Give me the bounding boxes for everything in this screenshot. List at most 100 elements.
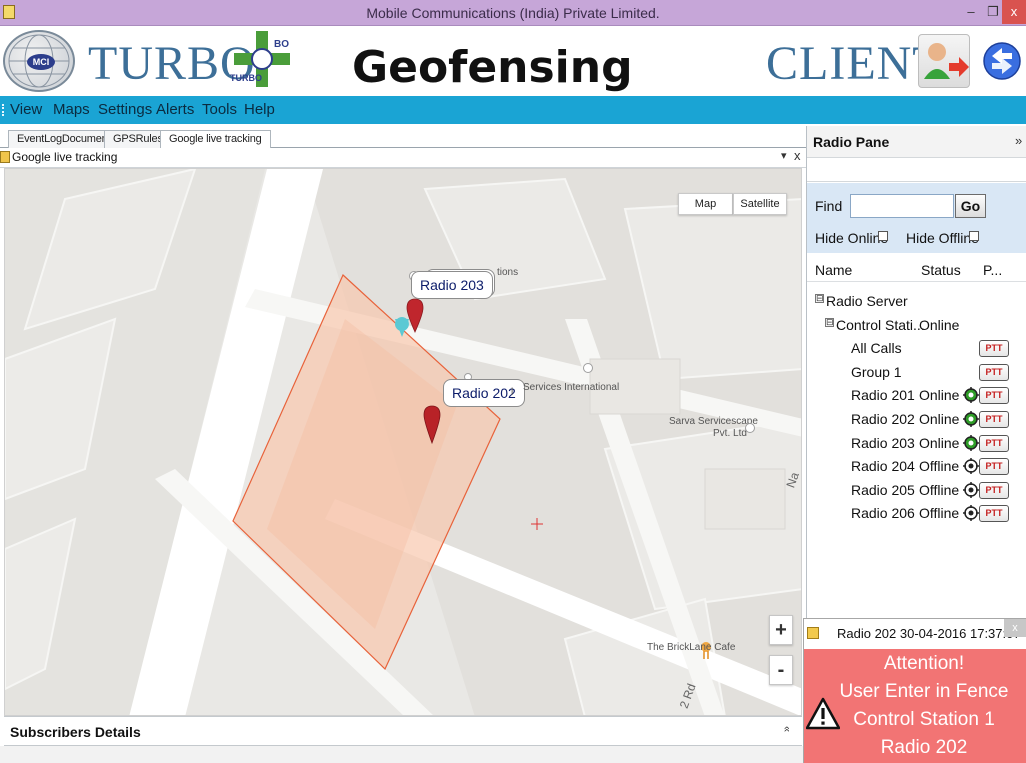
alert-header: Radio 202 30-04-2016 17:37:07 x xyxy=(804,619,1026,649)
tree-row-name: Radio 205 xyxy=(851,481,915,498)
menu-bar: View Maps Settings Alerts Tools Help xyxy=(0,96,1026,124)
geofence-alert-popup: Radio 202 30-04-2016 17:37:07 x Attentio… xyxy=(803,618,1026,763)
tree-row[interactable]: Radio 205 Offline PTT xyxy=(807,479,1026,503)
tree-collapse-icon[interactable]: ⊟ xyxy=(815,294,824,303)
menu-view[interactable]: View xyxy=(10,101,42,118)
menu-settings[interactable]: Settings xyxy=(98,101,152,118)
ptt-button[interactable]: PTT xyxy=(979,505,1009,523)
document-close-button[interactable]: x xyxy=(794,148,801,163)
hide-offline-checkbox[interactable] xyxy=(969,231,979,241)
poi-label-communications: tions xyxy=(497,267,519,278)
find-input[interactable] xyxy=(850,194,954,218)
tab-google-live-tracking[interactable]: Google live tracking xyxy=(160,130,271,149)
expand-icon[interactable]: » xyxy=(781,726,793,732)
map-type-satellite-button[interactable]: Satellite xyxy=(733,193,787,215)
zoom-in-button[interactable]: + xyxy=(769,615,793,645)
tree-row-status: Offline xyxy=(919,505,960,522)
alert-body: Attention! User Enter in Fence Control S… xyxy=(804,649,1026,763)
google-map[interactable]: Map Satellite 1 tions Radio 203 Radio 20… xyxy=(4,168,802,716)
tree-row-name: Control Stati... xyxy=(836,316,925,333)
gps-online-icon xyxy=(963,434,979,451)
pane-collapse-icon[interactable]: » xyxy=(1015,133,1022,148)
menu-tools[interactable]: Tools xyxy=(202,101,237,118)
tree-row[interactable]: ⊟ Radio Server xyxy=(807,290,1026,314)
tree-row-status: Offline xyxy=(919,481,960,498)
poi-label-pvt-ltd: Pvt. Ltd xyxy=(713,428,747,439)
go-button[interactable]: Go xyxy=(955,194,986,218)
map-canvas xyxy=(5,169,801,715)
app-window: Mobile Communications (India) Private Li… xyxy=(0,0,1026,763)
document-title: Google live tracking xyxy=(12,150,118,164)
switch-icon[interactable] xyxy=(982,34,1022,88)
window-title: Mobile Communications (India) Private Li… xyxy=(366,5,660,21)
find-label: Find xyxy=(815,198,843,214)
title-bar: Mobile Communications (India) Private Li… xyxy=(0,0,1026,26)
column-ptt[interactable]: P... xyxy=(983,262,1002,278)
user-logout-button[interactable] xyxy=(918,34,970,88)
poi-marker-icon xyxy=(583,363,593,373)
zoom-out-button[interactable]: - xyxy=(769,655,793,685)
gps-offline-icon xyxy=(963,458,979,475)
radio-pane: Radio Pane » Find Go Hide Online Hide Of… xyxy=(806,126,1026,618)
tree-collapse-icon[interactable]: ⊟ xyxy=(825,317,834,327)
tree-row-name: Radio 204 xyxy=(851,458,915,475)
header: MCI TURBO BO TURBO Geofensing CLIENT xyxy=(0,26,1026,96)
tree-row[interactable]: Radio 206 Offline PTT xyxy=(807,502,1026,526)
alert-line-station: Control Station 1 xyxy=(853,709,995,730)
logo-top-text: BO xyxy=(274,39,289,50)
gps-online-icon xyxy=(963,387,979,404)
hide-online-checkbox[interactable] xyxy=(878,231,888,241)
document-icon xyxy=(0,151,10,163)
ptt-button[interactable]: PTT xyxy=(979,340,1009,358)
marker-label-radio-203[interactable]: Radio 203 xyxy=(411,271,493,299)
tree-row-name: Radio 201 xyxy=(851,387,915,404)
ptt-button[interactable]: PTT xyxy=(979,411,1009,428)
column-status[interactable]: Status xyxy=(921,262,961,278)
gps-online-icon xyxy=(963,411,979,427)
turbo-logo-icon: BO TURBO xyxy=(230,31,290,87)
subscribers-title: Subscribers Details xyxy=(10,724,141,740)
ptt-button[interactable]: PTT xyxy=(979,481,1009,499)
tree-row[interactable]: Radio 203 Online PTT xyxy=(807,432,1026,456)
window-position-icon[interactable]: ▾ xyxy=(781,149,787,162)
close-button[interactable]: x xyxy=(1002,0,1026,24)
column-name[interactable]: Name xyxy=(815,262,852,278)
alert-line-radio: Radio 202 xyxy=(880,737,968,758)
ptt-button[interactable]: PTT xyxy=(979,363,1009,381)
tree-row[interactable]: Radio 202 Online PTT xyxy=(807,408,1026,432)
poi-label-services-international: Services International xyxy=(523,382,620,393)
tree-row-name: Radio 206 xyxy=(851,505,915,522)
menu-alerts[interactable]: Alerts xyxy=(156,101,194,118)
ptt-button[interactable]: PTT xyxy=(979,434,1009,452)
alert-title: Radio 202 30-04-2016 17:37:07 xyxy=(837,626,1021,641)
alert-line-attention: Attention! xyxy=(883,653,965,674)
menu-grip xyxy=(2,104,5,116)
tree-row[interactable]: All Calls PTT xyxy=(807,337,1026,361)
tree-row-name: Radio Server xyxy=(826,293,908,309)
tree-row[interactable]: Radio 201 Online PTT xyxy=(807,384,1026,408)
ptt-button[interactable]: PTT xyxy=(979,458,1009,476)
tree-row[interactable]: Radio 204 Offline PTT xyxy=(807,455,1026,479)
radio-grid-header: Name Status P... xyxy=(807,254,1026,282)
poi-label-bricklane-cafe: The BrickLane Cafe xyxy=(647,642,736,653)
alert-close-button[interactable]: x xyxy=(1004,619,1026,637)
radio-pane-title: Radio Pane xyxy=(813,134,890,150)
mci-badge: MCI xyxy=(27,54,55,70)
menu-help[interactable]: Help xyxy=(244,101,275,118)
alert-app-icon xyxy=(807,627,819,639)
tree-row-status: Online xyxy=(919,434,960,451)
tree-row-status: Online xyxy=(919,316,960,333)
subscribers-details-bar[interactable]: Subscribers Details » xyxy=(4,716,802,746)
tree-row[interactable]: ⊟ Control Stati... Online xyxy=(807,314,1026,338)
gps-offline-icon xyxy=(963,481,979,498)
poi-marker-icon xyxy=(745,423,755,433)
tree-row[interactable]: Group 1 PTT xyxy=(807,361,1026,385)
tree-row-name: All Calls xyxy=(851,340,902,357)
menu-maps[interactable]: Maps xyxy=(53,101,90,118)
pane-toolbar xyxy=(807,158,1026,182)
ptt-button[interactable]: PTT xyxy=(979,387,1009,405)
tree-row-name: Group 1 xyxy=(851,363,902,380)
map-type-map-button[interactable]: Map xyxy=(678,193,733,215)
tab-eventlogdocument[interactable]: EventLogDocument xyxy=(8,130,120,148)
status-strip xyxy=(0,746,806,763)
